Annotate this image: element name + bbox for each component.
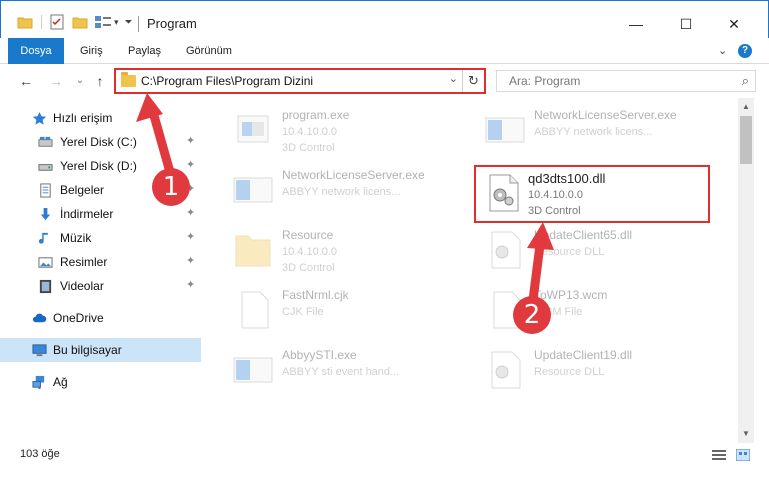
step-badge-2: 2 xyxy=(513,296,551,334)
arrow-1 xyxy=(148,107,175,177)
arrow-2-head xyxy=(527,222,554,250)
annotation-arrows xyxy=(136,93,554,305)
step-badge-1: 1 xyxy=(152,168,190,206)
arrow-2 xyxy=(528,240,545,305)
